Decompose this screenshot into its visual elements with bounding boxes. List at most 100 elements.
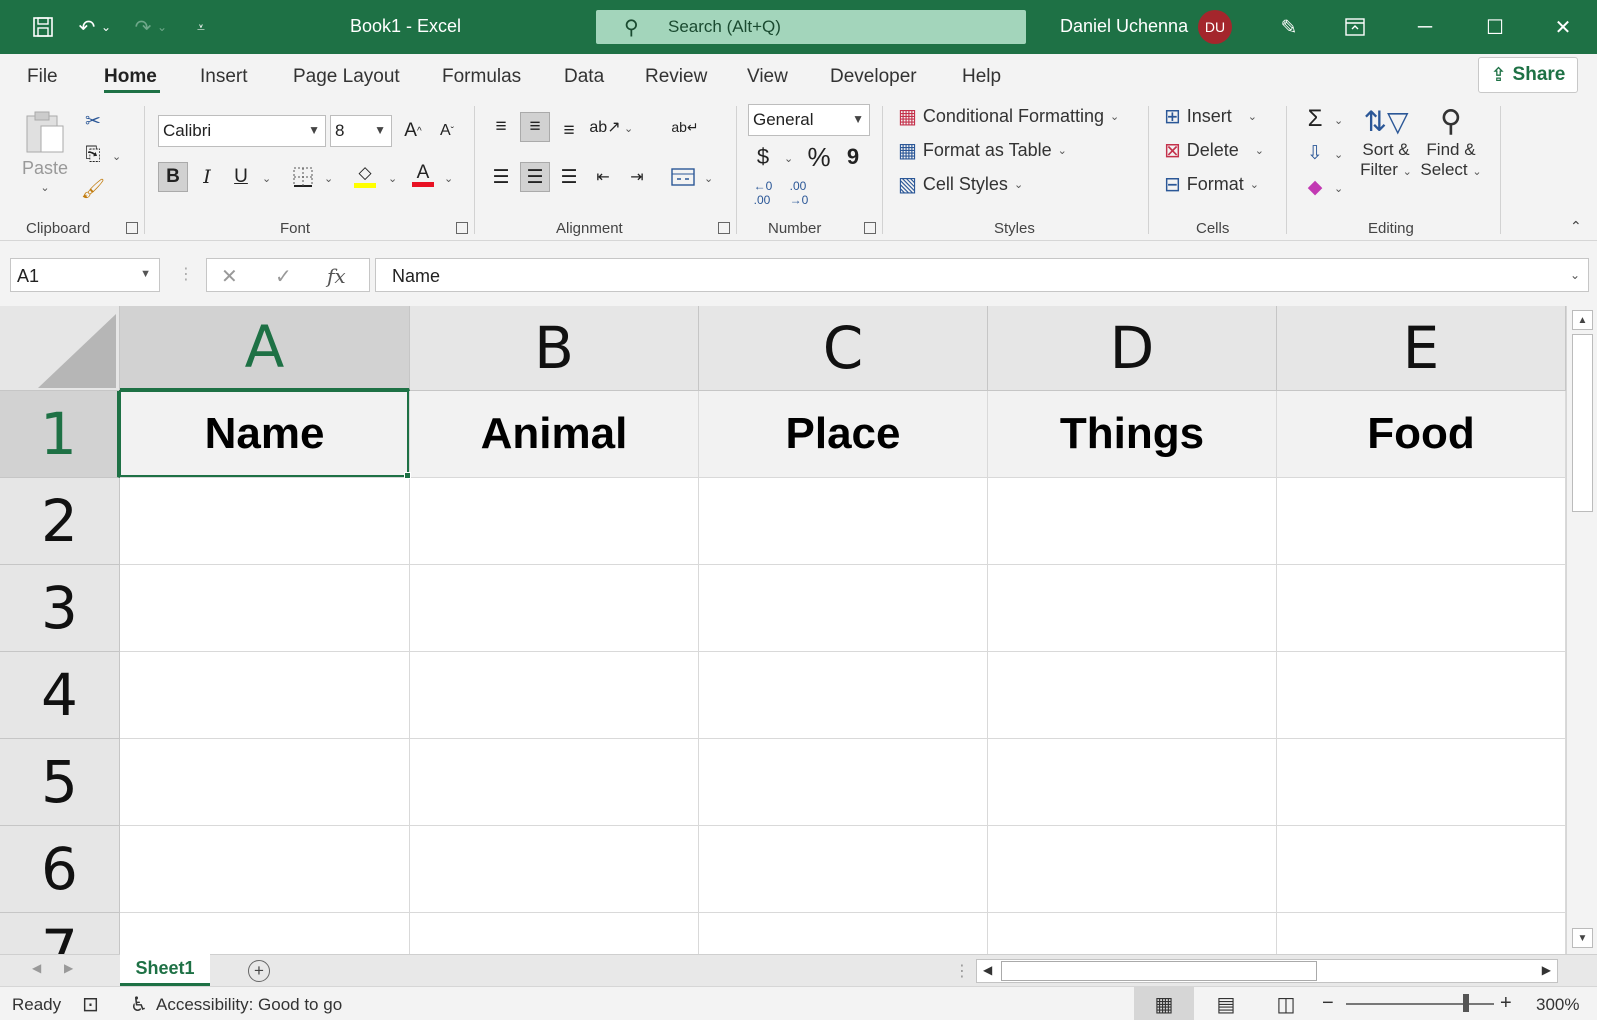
borders-icon[interactable] <box>288 162 318 192</box>
clear-dropdown-icon[interactable]: ⌄ <box>1334 182 1343 195</box>
search-box[interactable]: ⚲ Search (Alt+Q) <box>596 10 1026 44</box>
tab-formulas[interactable]: Formulas <box>442 66 521 88</box>
currency-button[interactable]: $ <box>748 142 778 172</box>
cell-a6[interactable] <box>120 826 410 913</box>
cell-b2[interactable] <box>410 478 699 565</box>
share-button[interactable]: ⇪ Share <box>1478 57 1578 93</box>
pen-icon[interactable]: ✎ <box>1274 12 1304 42</box>
italic-button[interactable]: I <box>192 162 222 192</box>
minimize-icon[interactable]: ─ <box>1410 12 1440 42</box>
user-name[interactable]: Daniel Uchenna <box>1060 16 1188 37</box>
find-select-button[interactable]: ⚲ Find & Select ⌄ <box>1418 104 1484 180</box>
cell-a5[interactable] <box>120 739 410 826</box>
zoom-slider[interactable] <box>1346 1003 1494 1005</box>
maximize-icon[interactable]: ☐ <box>1480 12 1510 42</box>
scroll-right-icon[interactable]: ▶ <box>1542 963 1551 977</box>
increase-decimal-icon[interactable]: ←0.00 <box>748 178 778 208</box>
cell-c3[interactable] <box>699 565 988 652</box>
sheet-tab-sheet1[interactable]: Sheet1 <box>120 954 210 986</box>
cell-b7[interactable] <box>410 913 699 954</box>
tab-insert[interactable]: Insert <box>200 66 248 88</box>
merge-center-icon[interactable] <box>668 162 698 192</box>
insert-cells-button[interactable]: ⊞ Insert ⌄ <box>1164 104 1257 129</box>
cancel-icon[interactable]: ✕ <box>221 264 238 289</box>
clipboard-launcher-icon[interactable] <box>126 222 138 234</box>
wrap-text-icon[interactable]: ab↵ <box>670 112 700 142</box>
column-header-c[interactable]: C <box>699 306 988 391</box>
tab-view[interactable]: View <box>747 66 788 88</box>
autosum-dropdown-icon[interactable]: ⌄ <box>1334 114 1343 127</box>
sort-filter-button[interactable]: ⇅▽ Sort & Filter ⌄ <box>1356 104 1416 180</box>
increase-font-icon[interactable]: A ^ <box>398 116 428 146</box>
row-header-4[interactable]: 4 <box>0 652 120 739</box>
worksheet-grid[interactable]: A B C D E 1 2 3 4 5 6 7 Name Animal Plac… <box>0 306 1566 954</box>
cell-d4[interactable] <box>988 652 1277 739</box>
cell-a3[interactable] <box>120 565 410 652</box>
accessibility-icon[interactable]: ♿ <box>130 992 148 1017</box>
increase-indent-icon[interactable]: ⇥ <box>622 162 652 192</box>
row-header-2[interactable]: 2 <box>0 478 120 565</box>
paste-button[interactable]: Paste ⌄ <box>22 108 68 194</box>
formula-bar-grip-icon[interactable]: ⋮ <box>178 264 194 284</box>
copy-icon[interactable]: ⎘ <box>78 140 108 170</box>
save-icon[interactable] <box>28 12 58 42</box>
vertical-scroll-thumb[interactable] <box>1572 334 1593 512</box>
scroll-down-icon[interactable]: ▼ <box>1572 928 1593 948</box>
cell-styles-button[interactable]: ▧ Cell Styles ⌄ <box>898 172 1023 197</box>
scroll-up-icon[interactable]: ▲ <box>1572 310 1593 330</box>
decrease-font-icon[interactable]: Aˇ <box>432 116 462 146</box>
ribbon-display-icon[interactable] <box>1340 12 1370 42</box>
copy-dropdown-icon[interactable]: ⌄ <box>112 150 121 163</box>
customize-toolbar-icon[interactable]: ⩡ <box>186 12 216 42</box>
bold-button[interactable]: B <box>158 162 188 192</box>
scroll-left-icon[interactable]: ◀ <box>983 963 992 977</box>
column-header-a[interactable]: A <box>120 306 410 391</box>
cell-a4[interactable] <box>120 652 410 739</box>
add-sheet-icon[interactable]: + <box>248 960 270 982</box>
percent-button[interactable]: % <box>804 142 834 172</box>
zoom-level[interactable]: 300% <box>1536 995 1579 1015</box>
tab-page-layout[interactable]: Page Layout <box>293 66 400 88</box>
row-header-6[interactable]: 6 <box>0 826 120 913</box>
cell-b6[interactable] <box>410 826 699 913</box>
number-launcher-icon[interactable] <box>864 222 876 234</box>
horizontal-scrollbar[interactable]: ◀ ▶ <box>976 959 1558 983</box>
row-header-7[interactable]: 7 <box>0 913 120 954</box>
cut-icon[interactable]: ✂ <box>78 106 108 136</box>
cell-c5[interactable] <box>699 739 988 826</box>
tab-file[interactable]: File <box>27 66 58 88</box>
page-layout-view-icon[interactable]: ▤ <box>1196 987 1256 1020</box>
enter-icon[interactable]: ✓ <box>275 264 292 289</box>
normal-view-icon[interactable]: ▦ <box>1134 987 1194 1020</box>
merge-dropdown-icon[interactable]: ⌄ <box>704 172 713 185</box>
align-right-icon[interactable]: ☰ <box>554 162 584 192</box>
select-all-corner[interactable] <box>0 306 120 391</box>
cell-c6[interactable] <box>699 826 988 913</box>
collapse-ribbon-icon[interactable]: ⌃ <box>1570 218 1582 235</box>
horizontal-scroll-thumb[interactable] <box>1001 961 1317 981</box>
format-painter-icon[interactable]: 🖌 <box>78 174 108 204</box>
clear-icon[interactable]: ◆ <box>1300 172 1330 202</box>
delete-cells-button[interactable]: ⊠ Delete ⌄ <box>1164 138 1264 163</box>
align-center-icon[interactable]: ☰ <box>520 162 550 192</box>
align-bottom-icon[interactable]: ≡ <box>554 116 584 146</box>
zoom-out-icon[interactable]: − <box>1322 992 1334 1015</box>
cell-e3[interactable] <box>1277 565 1566 652</box>
autosum-icon[interactable]: Σ <box>1300 104 1330 134</box>
cell-b3[interactable] <box>410 565 699 652</box>
cell-d6[interactable] <box>988 826 1277 913</box>
macro-recording-icon[interactable]: ⊡ <box>82 992 99 1017</box>
tab-developer[interactable]: Developer <box>830 66 917 88</box>
currency-dropdown-icon[interactable]: ⌄ <box>784 152 793 165</box>
number-format-select[interactable]: General ▼ <box>748 104 870 136</box>
comma-button[interactable]: 9 <box>838 142 868 172</box>
font-color-icon[interactable]: A <box>408 160 438 190</box>
cell-e7[interactable] <box>1277 913 1566 954</box>
underline-dropdown-icon[interactable]: ⌄ <box>262 172 271 185</box>
cell-b4[interactable] <box>410 652 699 739</box>
cell-b1[interactable]: Animal <box>410 391 699 478</box>
column-header-b[interactable]: B <box>410 306 699 391</box>
zoom-slider-thumb[interactable] <box>1463 994 1469 1012</box>
cell-a1[interactable]: Name <box>120 391 410 478</box>
cell-d2[interactable] <box>988 478 1277 565</box>
